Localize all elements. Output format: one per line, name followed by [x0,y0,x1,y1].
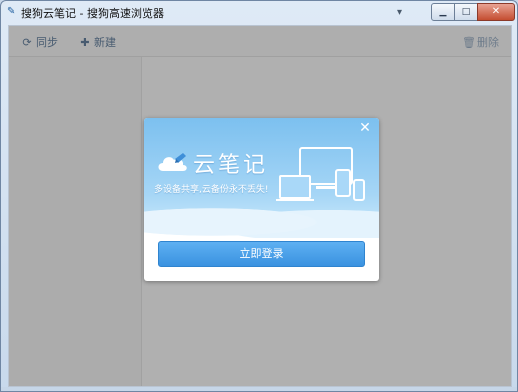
close-icon: ✕ [359,120,371,136]
dialog-close-button[interactable]: ✕ [358,120,372,136]
close-window-button[interactable]: ✕ [477,3,515,21]
slogan-text: 多设备共享,云备份永不丢失! [154,185,269,195]
cloud-pen-icon [158,153,187,171]
maximize-icon: □ [461,7,471,17]
login-now-button[interactable]: 立即登录 [158,241,365,267]
login-dialog: 云笔记 多设备共享,云备份永不丢失! ✕ 立即登录 [144,118,379,281]
minimize-icon: ▁ [439,7,447,17]
title-bar: ✎ 搜狗云笔记 - 搜狗高速浏览器 ▾ ▁ □ ✕ [1,1,517,25]
window-title: 搜狗云笔记 - 搜狗高速浏览器 [21,7,164,20]
devices-icon [276,147,365,201]
pin-icon[interactable]: ▾ [397,7,402,18]
dialog-banner: 云笔记 多设备共享,云备份永不丢失! ✕ [144,118,379,238]
close-icon: ✕ [491,6,501,17]
browser-window: ✎ 搜狗云笔记 - 搜狗高速浏览器 ▾ ▁ □ ✕ ⟳同步 ✚新建 🗑删除 [0,0,518,392]
pen-icon: ✎ [7,6,16,17]
maximize-button[interactable]: □ [454,3,478,21]
app-content: ⟳ 同步 ✚ 新建 🗑删除 云笔记 多设备共享,云备份永不丢失! ✕ 立即登录 [8,25,512,387]
logo-text: 云笔记 [193,153,269,178]
window-bottom-border [1,387,517,391]
minimize-button[interactable]: ▁ [431,3,455,21]
